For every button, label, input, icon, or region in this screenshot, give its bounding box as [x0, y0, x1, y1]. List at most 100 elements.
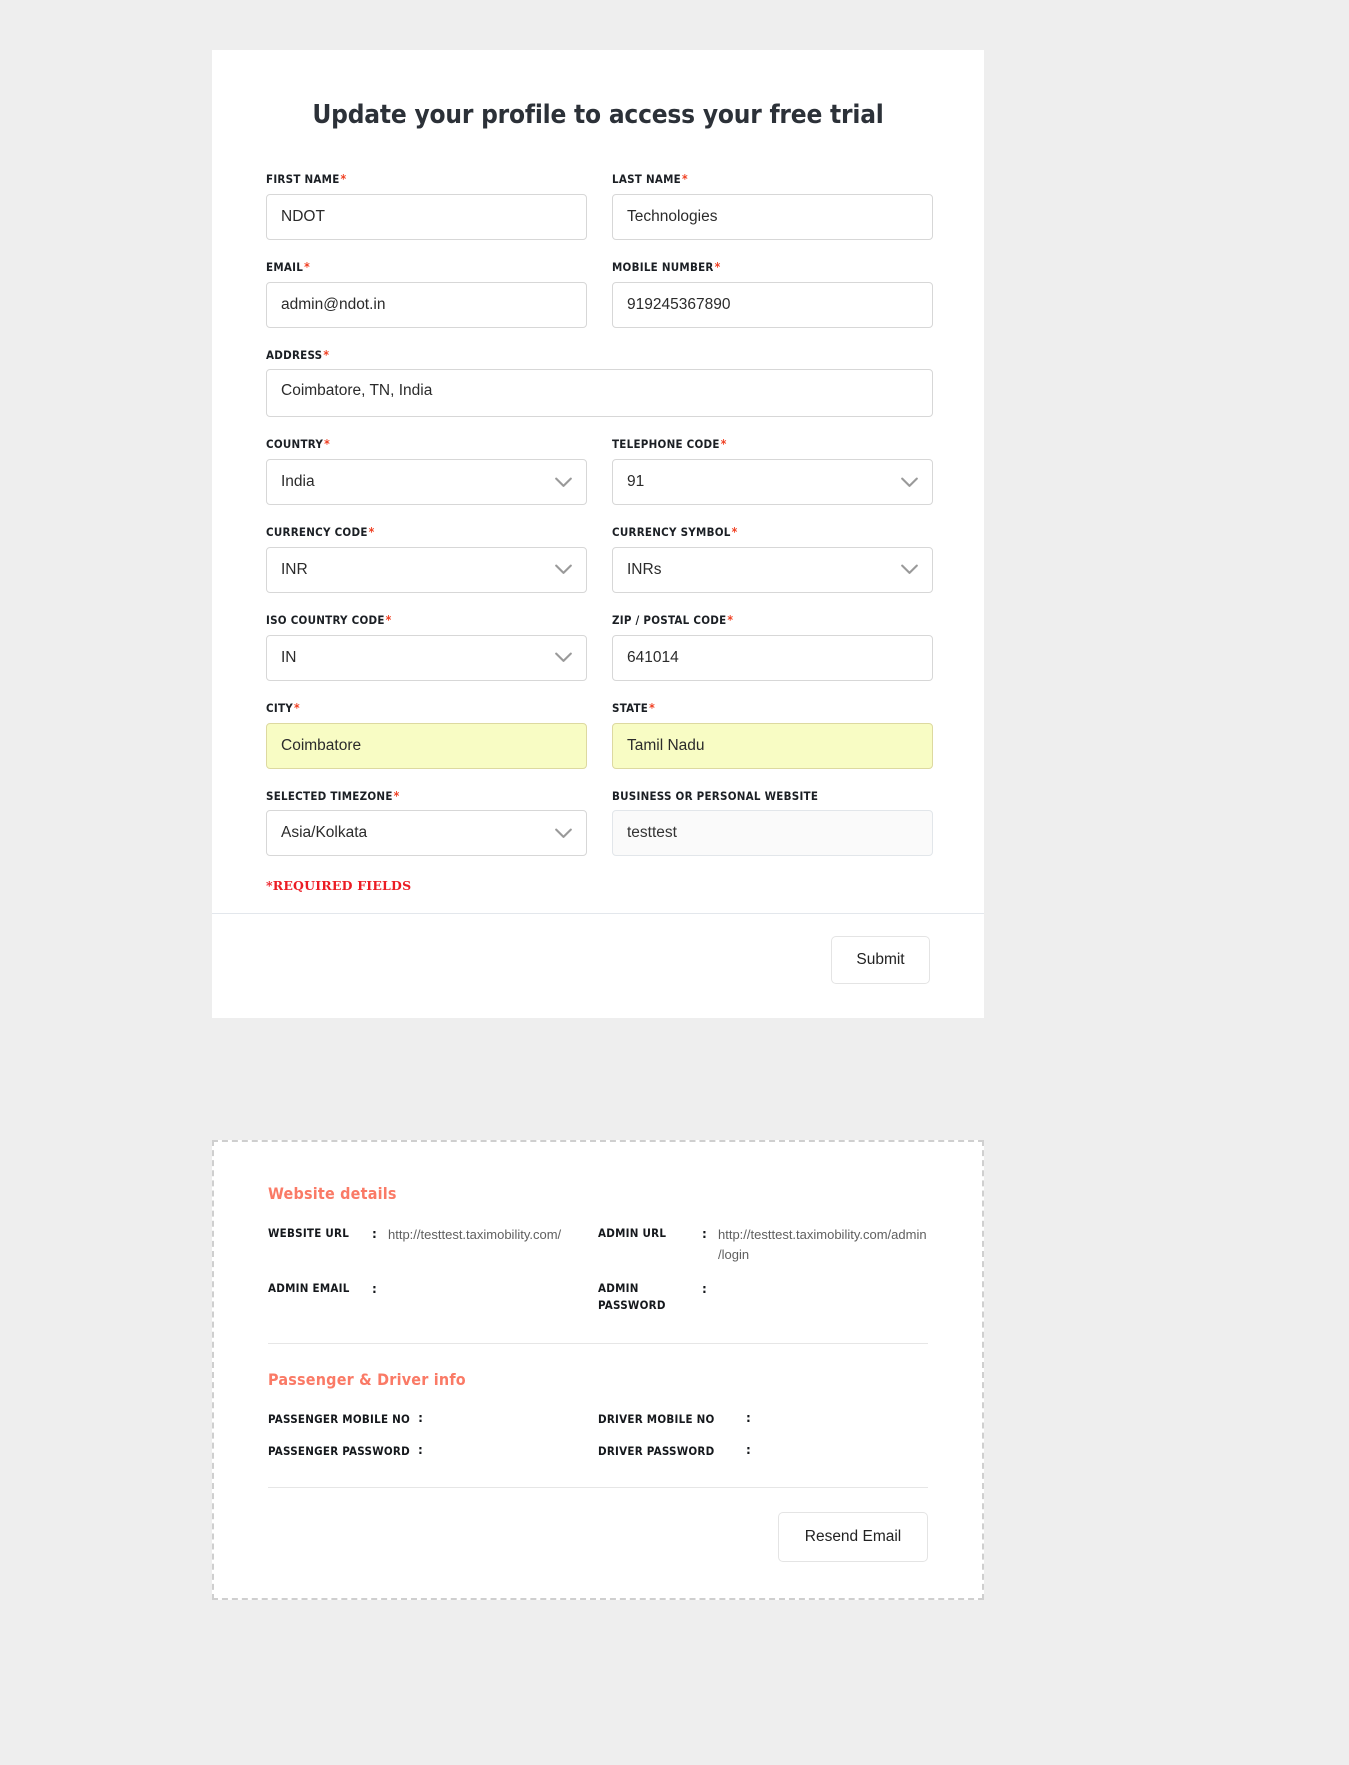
first-name-label: FIRST NAME* [266, 172, 587, 187]
zip-postal-code-label-text: ZIP / POSTAL CODE [612, 612, 727, 627]
mobile-number-input[interactable]: 919245367890 [612, 281, 933, 328]
email-input[interactable]: admin@ndot.in [266, 281, 587, 328]
telephone-code-select-wrapper[interactable]: 91 [612, 459, 933, 506]
address-label: ADDRESS* [266, 348, 933, 363]
form-row-timezone-website: SELECTED TIMEZONE* Asia/Kolkata BUSINESS… [266, 789, 933, 857]
profile-form-body: Update your profile to access your free … [212, 50, 984, 913]
currency-symbol-select-wrapper[interactable]: INRs [612, 546, 933, 593]
city-label-text: CITY [266, 700, 293, 715]
last-name-label: LAST NAME* [612, 172, 933, 187]
city-label: CITY* [266, 701, 587, 716]
last-name-input[interactable]: Technologies [612, 193, 933, 240]
country-label-text: COUNTRY [266, 437, 324, 452]
passenger-driver-grid: PASSENGER MOBILE NO : DRIVER MOBILE NO :… [268, 1411, 928, 1475]
currency-code-select[interactable]: INR [266, 546, 587, 593]
telephone-code-select[interactable]: 91 [612, 459, 933, 506]
website-details-heading: Website details [268, 1184, 397, 1203]
form-row-country: COUNTRY* India TELEPHONE CODE* 91 [266, 437, 933, 506]
first-name-input[interactable]: NDOT [266, 193, 587, 240]
admin-url-row: ADMIN URL : http://testtest.taximobility… [598, 1225, 928, 1264]
details-card-footer: Resend Email [268, 1488, 928, 1598]
required-asterisk: * [340, 172, 347, 186]
field-address: ADDRESS* Coimbatore, TN, India [266, 348, 933, 418]
field-country: COUNTRY* India [266, 437, 587, 506]
required-asterisk: * [714, 259, 721, 274]
submit-button[interactable]: Submit [831, 936, 930, 985]
admin-url-colon: : [702, 1227, 707, 1241]
website-url-key: WEBSITE URL [268, 1226, 350, 1240]
field-state: STATE* Tamil Nadu [612, 701, 933, 769]
admin-password-value [718, 1280, 928, 1315]
form-row-iso-zip: ISO COUNTRY CODE* IN ZIP / POSTAL CODE* [266, 613, 933, 681]
field-email: EMAIL* admin@ndot.in [266, 260, 587, 328]
country-select[interactable]: India [266, 459, 587, 506]
required-asterisk: * [304, 259, 310, 274]
form-row-name: FIRST NAME* NDOT LAST NAME* Technologies [266, 172, 933, 240]
city-input[interactable]: Coimbatore [266, 722, 587, 769]
first-name-label-text: FIRST NAME [266, 172, 340, 186]
currency-symbol-label-text: CURRENCY SYMBOL [612, 525, 731, 540]
field-selected-timezone: SELECTED TIMEZONE* Asia/Kolkata [266, 789, 587, 857]
website-url-row: WEBSITE URL : http://testtest.taximobili… [268, 1225, 598, 1264]
admin-email-key: ADMIN EMAIL [268, 1281, 350, 1295]
country-select-wrapper[interactable]: India [266, 459, 587, 506]
required-asterisk: * [324, 437, 330, 452]
details-card: Website details WEBSITE URL : http://tes… [212, 1140, 984, 1600]
zip-postal-code-input[interactable]: 641014 [612, 634, 933, 681]
iso-country-code-label-text: ISO COUNTRY CODE [266, 612, 385, 627]
country-label: COUNTRY* [266, 437, 587, 452]
currency-symbol-select[interactable]: INRs [612, 546, 933, 593]
details-divider [268, 1342, 928, 1344]
profile-form: FIRST NAME* NDOT LAST NAME* Technologies [266, 130, 933, 913]
required-asterisk: * [727, 612, 734, 627]
address-label-text: ADDRESS [266, 347, 323, 362]
address-textarea[interactable]: Coimbatore, TN, India [266, 369, 933, 418]
passenger-password-key: PASSENGER PASSWORD [268, 1443, 410, 1458]
field-mobile-number: MOBILE NUMBER* 919245367890 [612, 260, 933, 328]
website-url-value[interactable]: http://testtest.taximobility.com/ [388, 1225, 598, 1264]
admin-email-value [388, 1280, 598, 1315]
currency-code-select-wrapper[interactable]: INR [266, 546, 587, 593]
admin-url-key: ADMIN URL [598, 1226, 667, 1240]
iso-country-code-select[interactable]: IN [266, 634, 587, 681]
state-label-text: STATE [612, 700, 649, 715]
required-fields-note: *REQUIRED FIELDS [266, 878, 412, 894]
resend-email-button[interactable]: Resend Email [778, 1511, 928, 1562]
required-asterisk: * [368, 525, 375, 540]
required-asterisk: * [385, 612, 392, 627]
selected-timezone-label-text: SELECTED TIMEZONE [266, 788, 393, 803]
driver-mobile-row: DRIVER MOBILE NO : [598, 1411, 928, 1427]
admin-password-row: ADMIN PASSWORD : [598, 1280, 928, 1315]
field-currency-code: CURRENCY CODE* INR [266, 525, 587, 593]
form-row-contact: EMAIL* admin@ndot.in MOBILE NUMBER* 9192… [266, 260, 933, 328]
form-row-address: ADDRESS* Coimbatore, TN, India [266, 348, 933, 418]
field-website: BUSINESS OR PERSONAL WEBSITE testtest [612, 789, 933, 857]
admin-password-key: ADMIN PASSWORD [598, 1281, 666, 1313]
zip-postal-code-label: ZIP / POSTAL CODE* [612, 613, 933, 628]
required-asterisk: * [720, 437, 727, 452]
website-details-grid: WEBSITE URL : http://testtest.taximobili… [268, 1225, 928, 1331]
required-asterisk: * [323, 347, 330, 362]
selected-timezone-select-wrapper[interactable]: Asia/Kolkata [266, 810, 587, 857]
state-label: STATE* [612, 701, 933, 716]
selected-timezone-select[interactable]: Asia/Kolkata [266, 810, 587, 857]
currency-code-label: CURRENCY CODE* [266, 525, 587, 540]
passenger-mobile-row: PASSENGER MOBILE NO : [268, 1411, 598, 1427]
passenger-password-colon: : [417, 1442, 423, 1457]
state-input[interactable]: Tamil Nadu [612, 722, 933, 769]
required-asterisk: * [682, 172, 688, 186]
admin-email-row: ADMIN EMAIL : [268, 1280, 598, 1315]
admin-url-value[interactable]: http://testtest.taximobility.com/admin/l… [718, 1225, 928, 1264]
website-input[interactable]: testtest [612, 810, 933, 857]
field-iso-country-code: ISO COUNTRY CODE* IN [266, 613, 587, 681]
admin-password-colon: : [702, 1282, 707, 1296]
iso-country-code-select-wrapper[interactable]: IN [266, 634, 587, 681]
mobile-number-label: MOBILE NUMBER* [612, 260, 933, 275]
form-row-city-state: CITY* Coimbatore STATE* Tamil Nadu [266, 701, 933, 769]
field-last-name: LAST NAME* Technologies [612, 172, 933, 240]
website-url-colon: : [372, 1227, 377, 1241]
form-row-currency: CURRENCY CODE* INR CURRENCY SYMBOL * INRs [266, 525, 933, 593]
driver-mobile-colon: : [746, 1410, 751, 1425]
required-asterisk: * [649, 700, 656, 715]
profile-form-card: Update your profile to access your free … [212, 50, 984, 1019]
